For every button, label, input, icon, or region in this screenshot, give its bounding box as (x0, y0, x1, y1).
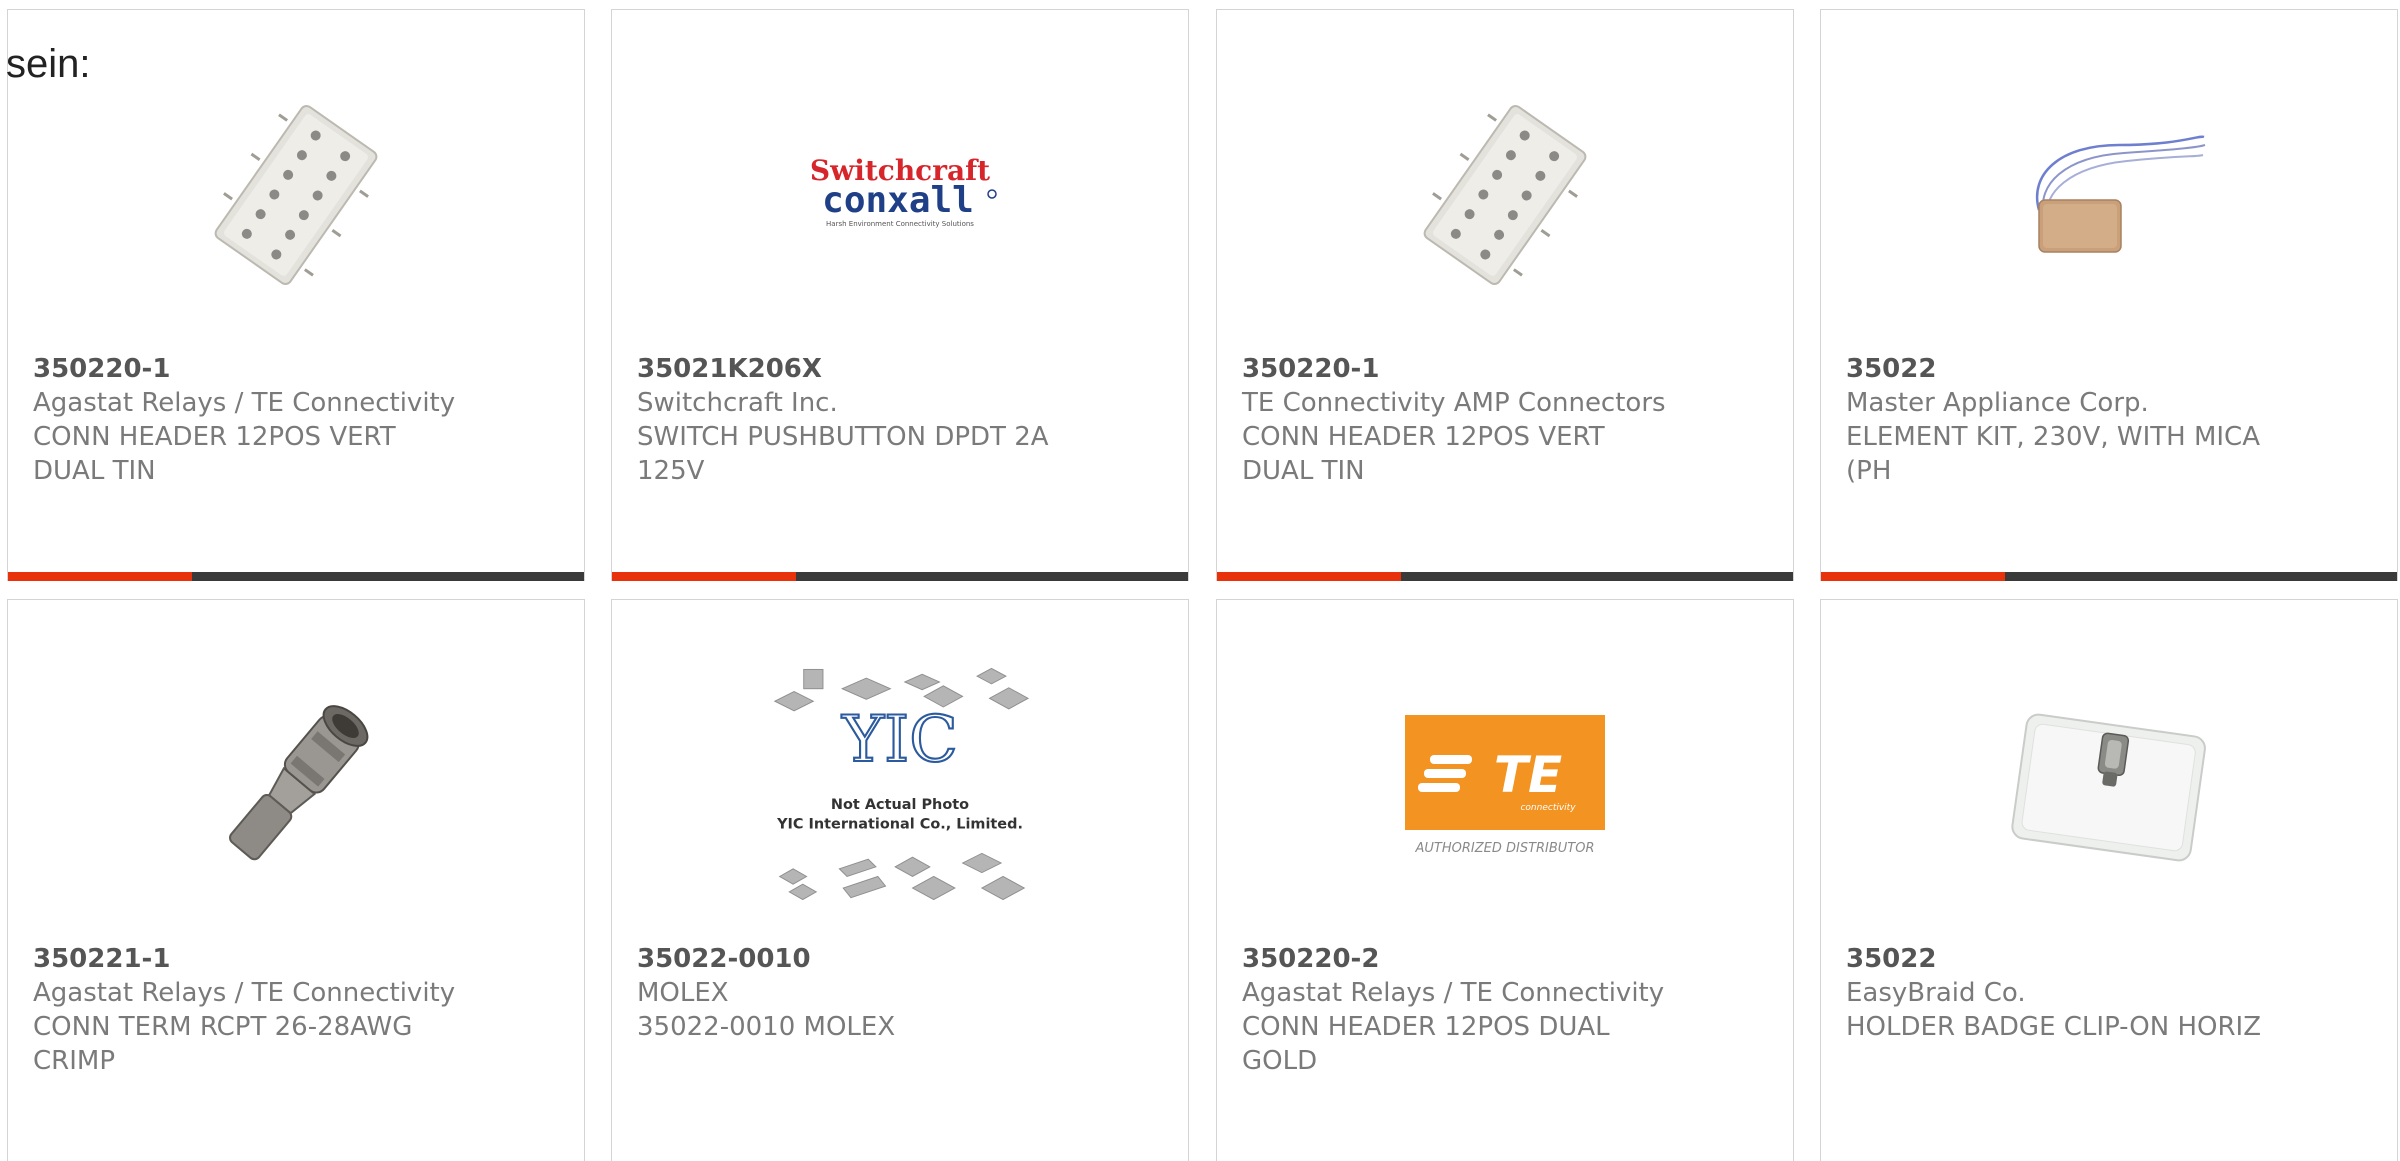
placeholder-line1: Not Actual Photo (831, 797, 969, 813)
heating-element-image (2036, 135, 2206, 253)
logo-conxall-text: conxall (822, 180, 974, 221)
part-number[interactable]: 350221-1 (33, 942, 473, 976)
description-line: HOLDER BADGE CLIP-ON HORIZ (1846, 1012, 2262, 1042)
connector-header-image (214, 105, 378, 285)
manufacturer: Switchcraft Inc. (637, 388, 838, 418)
product-card[interactable]: 350220-1 TE Connectivity AMP Connectors … (1216, 9, 1794, 581)
product-grid-page: sein: 350220-1 Agastat Relays / TE Conne… (0, 0, 2400, 1161)
description-line: CONN HEADER 12POS DUAL (1242, 1012, 1610, 1042)
product-card[interactable]: Switchcraft conxall Harsh Environment Co… (611, 9, 1189, 581)
product-image[interactable] (1979, 70, 2239, 320)
description-line: GOLD (1242, 1046, 1318, 1076)
part-number[interactable]: 35021K206X (637, 352, 1077, 386)
description-line: DUAL TIN (1242, 456, 1365, 486)
not-actual-photo-placeholder: YIC Not Actual Photo YIC International C… (773, 667, 1030, 901)
description-line: CONN HEADER 12POS VERT (33, 422, 396, 452)
connector-header-image (1423, 105, 1587, 285)
te-logo-caption: AUTHORIZED DISTRIBUTOR (1414, 841, 1594, 856)
switchcraft-conxall-logo: Switchcraft conxall Harsh Environment Co… (810, 154, 997, 228)
part-number[interactable]: 350220-2 (1242, 942, 1682, 976)
product-card[interactable]: 350221-1 Agastat Relays / TE Connectivit… (7, 599, 585, 1161)
description-line: CONN TERM RCPT 26-28AWG (33, 1012, 413, 1042)
product-card[interactable]: 350220-1 Agastat Relays / TE Connectivit… (7, 9, 585, 581)
card-progress-bar (8, 572, 584, 581)
product-image[interactable]: Switchcraft conxall Harsh Environment Co… (770, 70, 1030, 320)
product-card[interactable]: 35022 Master Appliance Corp. ELEMENT KIT… (1820, 9, 2398, 581)
card-progress-bar (612, 572, 1188, 581)
description-line: ELEMENT KIT, 230V, WITH MICA (1846, 422, 2260, 452)
product-card[interactable]: TE connectivity AUTHORIZED DISTRIBUTOR 3… (1216, 599, 1794, 1161)
manufacturer: TE Connectivity AMP Connectors (1242, 388, 1666, 418)
intro-text: sein: (6, 42, 91, 86)
product-info: 350220-2 Agastat Relays / TE Connectivit… (1242, 942, 1682, 1078)
description-line: SWITCH PUSHBUTTON DPDT 2A (637, 422, 1049, 452)
te-authorized-distributor-logo: TE connectivity AUTHORIZED DISTRIBUTOR (1405, 715, 1605, 856)
description-line: 125V (637, 456, 705, 486)
product-card[interactable]: 35022 EasyBraid Co. HOLDER BADGE CLIP-ON… (1820, 599, 2398, 1161)
yic-logo-mark: YIC (841, 702, 958, 776)
card-progress-bar (1217, 572, 1793, 581)
description-line: 35022-0010 MOLEX (637, 1012, 896, 1042)
manufacturer: Agastat Relays / TE Connectivity (1242, 978, 1665, 1008)
manufacturer: Agastat Relays / TE Connectivity (33, 978, 456, 1008)
part-number[interactable]: 350220-1 (33, 352, 473, 386)
product-info: 350220-1 Agastat Relays / TE Connectivit… (33, 352, 473, 488)
placeholder-line2: YIC International Co., Limited. (776, 816, 1023, 832)
part-number[interactable]: 35022 (1846, 352, 2286, 386)
part-number[interactable]: 35022 (1846, 942, 2286, 976)
te-logo-sub: connectivity (1520, 803, 1576, 813)
card-progress-accent (1821, 572, 2006, 581)
product-info: 35022-0010 MOLEX 35022-0010 MOLEX (637, 942, 1077, 1044)
product-info: 35022 EasyBraid Co. HOLDER BADGE CLIP-ON… (1846, 942, 2286, 1044)
product-card[interactable]: YIC Not Actual Photo YIC International C… (611, 599, 1189, 1161)
description-line: CONN HEADER 12POS VERT (1242, 422, 1605, 452)
manufacturer: Agastat Relays / TE Connectivity (33, 388, 456, 418)
description-line: DUAL TIN (33, 456, 156, 486)
manufacturer: Master Appliance Corp. (1846, 388, 2149, 418)
description-line: (PH (1846, 456, 1892, 486)
crimp-terminal-image (229, 705, 369, 861)
product-image[interactable] (166, 70, 426, 320)
product-info: 35022 Master Appliance Corp. ELEMENT KIT… (1846, 352, 2286, 488)
product-image[interactable]: TE connectivity AUTHORIZED DISTRIBUTOR (1375, 660, 1635, 910)
product-image[interactable] (1375, 70, 1635, 320)
badge-holder-image (2011, 713, 2206, 862)
product-info: 350220-1 TE Connectivity AMP Connectors … (1242, 352, 1682, 488)
card-progress-accent (1217, 572, 1402, 581)
product-info: 350221-1 Agastat Relays / TE Connectivit… (33, 942, 473, 1078)
product-image[interactable] (1979, 660, 2239, 910)
product-image[interactable] (166, 660, 426, 910)
card-progress-accent (612, 572, 797, 581)
description-line: CRIMP (33, 1046, 115, 1076)
product-info: 35021K206X Switchcraft Inc. SWITCH PUSHB… (637, 352, 1077, 488)
manufacturer: EasyBraid Co. (1846, 978, 2026, 1008)
te-logo-mark: TE (1494, 746, 1562, 804)
product-image[interactable]: YIC Not Actual Photo YIC International C… (770, 660, 1030, 910)
card-progress-bar (1821, 572, 2397, 581)
card-progress-accent (8, 572, 193, 581)
part-number[interactable]: 350220-1 (1242, 352, 1682, 386)
logo-tagline-text: Harsh Environment Connectivity Solutions (826, 220, 974, 228)
part-number[interactable]: 35022-0010 (637, 942, 1077, 976)
manufacturer: MOLEX (637, 978, 729, 1008)
